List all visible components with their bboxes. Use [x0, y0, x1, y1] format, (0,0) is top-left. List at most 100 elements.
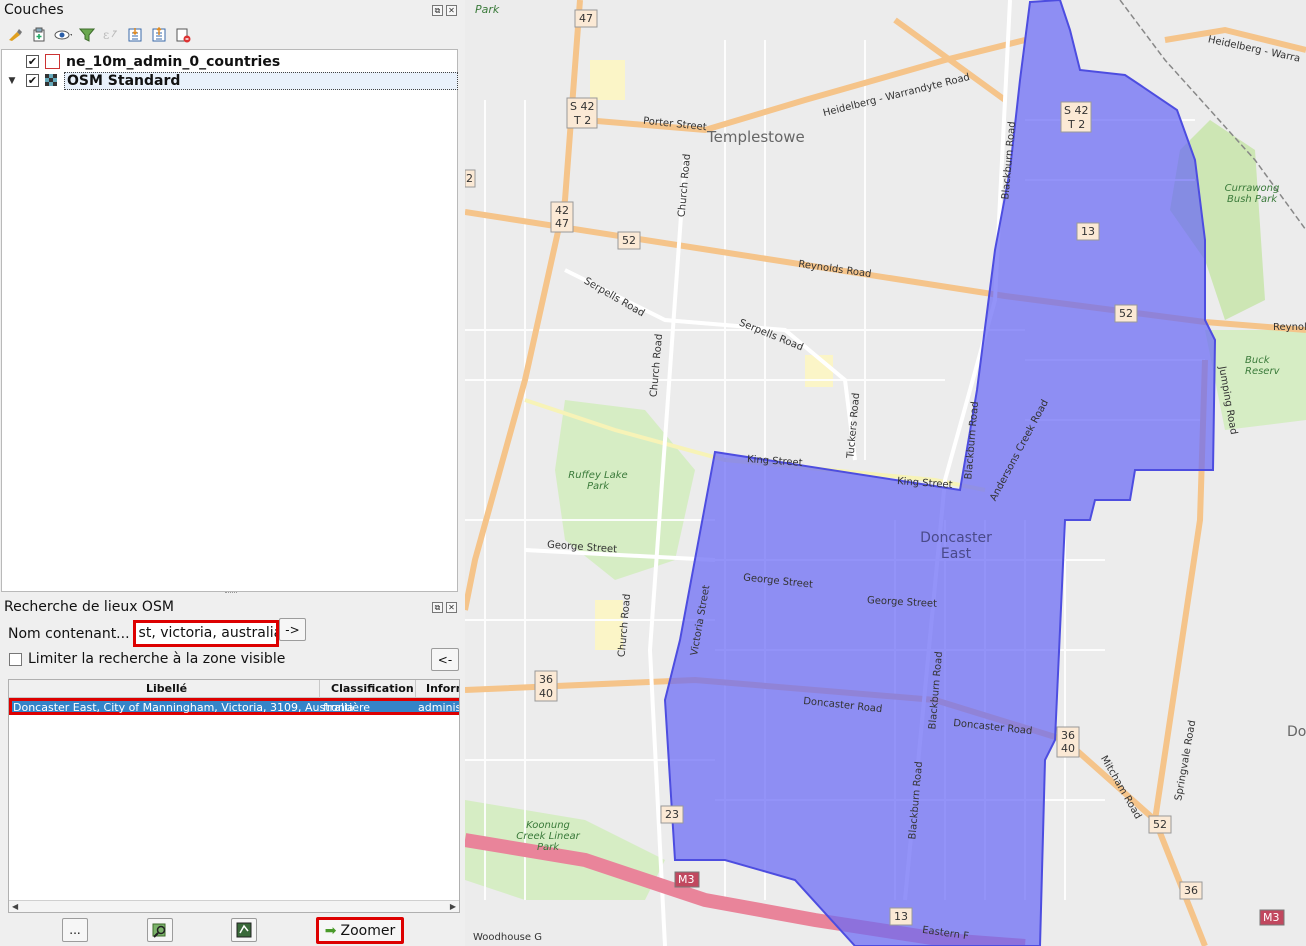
map-canvas[interactable]: 47 S 42 T 2 42 47 52 13 52 36 40 36 40 5…: [465, 0, 1306, 946]
limit-visible-row[interactable]: Limiter la recherche à la zone visible: [9, 651, 285, 667]
map-road-label: Heidelberg - Warrandyte Road: [821, 71, 972, 120]
style-manager-icon[interactable]: [6, 26, 24, 44]
map-road-label: Porter Street: [642, 115, 708, 134]
shield-label: 52: [1153, 818, 1167, 831]
map-road-label: Serpells Road: [581, 275, 647, 320]
zoom-button-label: Zoomer: [340, 922, 396, 939]
layer-tree[interactable]: ✔ ne_10m_admin_0_countries ▼ ✔ OSM Stand…: [1, 49, 458, 592]
layer-row-osm-standard[interactable]: ▼ ✔ OSM Standard: [2, 71, 458, 90]
shield-label: 23: [665, 808, 679, 821]
close-panel-icon[interactable]: ✕: [446, 602, 457, 613]
raster-layer-icon: [45, 74, 58, 87]
map-road-label: Eastern F: [921, 924, 970, 943]
scroll-left-icon[interactable]: ◀: [12, 902, 18, 911]
result-info: administ: [418, 701, 459, 714]
map-road-label: Doncaster Road: [802, 695, 883, 716]
map-place-label: Do: [1287, 724, 1306, 740]
float-panel-icon[interactable]: ⧉: [432, 5, 443, 16]
layer-expander[interactable]: ▼: [6, 76, 18, 86]
more-button[interactable]: ...: [62, 918, 88, 942]
shield-label: 36: [539, 673, 553, 686]
shield-label: 42: [555, 204, 569, 217]
arrow-right-icon: ➡: [324, 922, 337, 939]
map-labels: 47 S 42 T 2 42 47 52 13 52 36 40 36 40 5…: [465, 0, 1306, 946]
map-road-label: Reynolds Road: [797, 258, 873, 281]
show-geometry-button[interactable]: [231, 918, 257, 942]
osm-results-table[interactable]: Libellé Classification Inform Doncaster …: [8, 679, 460, 913]
limit-visible-label: Limiter la recherche à la zone visible: [28, 651, 286, 667]
map-road-label: Church Road: [676, 153, 694, 218]
polygon-layer-icon: [45, 54, 60, 69]
shield-label: S 42: [1064, 104, 1089, 117]
map-place-label: Doncaster East: [920, 530, 992, 562]
shield-label: M3: [678, 873, 695, 886]
map-road-label: Blackburn Road: [1000, 121, 1019, 200]
visibility-icon[interactable]: [54, 26, 72, 44]
filter-legend-icon[interactable]: [78, 26, 96, 44]
shield-label: 47: [579, 12, 593, 25]
map-road-label: Church Road: [616, 593, 634, 658]
zoom-to-feature-button[interactable]: [147, 918, 173, 942]
add-group-icon[interactable]: [30, 26, 48, 44]
map-road-label: George Street: [546, 539, 618, 556]
result-row[interactable]: Doncaster East, City of Manningham, Vict…: [9, 698, 459, 715]
map-road-label: Doncaster Road: [952, 717, 1033, 738]
close-panel-icon[interactable]: ✕: [446, 5, 457, 16]
column-header-info[interactable]: Inform: [426, 682, 459, 695]
map-road-label: Blackburn Road: [927, 651, 946, 730]
map-place-label: Park: [475, 3, 500, 16]
map-place-label: Templestowe: [707, 128, 805, 146]
shield-label: S 42: [570, 100, 595, 113]
column-header-label[interactable]: Libellé: [146, 682, 187, 695]
layers-toolbar: ε: [6, 26, 192, 44]
map-road-label: King Street: [746, 454, 803, 469]
shield-label: M3: [1263, 911, 1280, 924]
collapse-all-icon[interactable]: [150, 26, 168, 44]
shield-label: T 2: [574, 114, 592, 127]
float-panel-icon[interactable]: ⧉: [432, 602, 443, 613]
map-road-label: Church Road: [648, 333, 666, 398]
panel-splitter[interactable]: [225, 592, 237, 596]
map-place-label: Koonung Creek Linear Park: [516, 820, 580, 853]
scroll-right-icon[interactable]: ▶: [450, 902, 456, 911]
map-place-label: Buck Reserv: [1245, 355, 1280, 377]
osm-panel-title: Recherche de lieux OSM: [4, 599, 174, 615]
map-road-label: Victoria Street: [689, 584, 713, 657]
map-place-label: Ruffey Lake Park: [568, 470, 628, 492]
layer-row-countries[interactable]: ✔ ne_10m_admin_0_countries: [2, 52, 280, 71]
map-road-label: Tuckers Road: [845, 392, 863, 459]
column-divider: [415, 680, 416, 698]
limit-visible-checkbox[interactable]: [9, 652, 22, 666]
filter-expression-icon: ε: [102, 26, 120, 44]
map-geometry-icon: [236, 922, 252, 938]
name-contains-label: Nom contenant...: [8, 625, 130, 642]
map-road-label: Mitcham Road: [1098, 753, 1144, 822]
layer-name: OSM Standard: [64, 71, 458, 90]
map-road-label: Jumping Road: [1216, 365, 1239, 436]
layer-visibility-checkbox[interactable]: ✔: [26, 55, 39, 68]
map-zoom-icon: [152, 923, 166, 938]
expand-all-icon[interactable]: [126, 26, 144, 44]
zoom-button[interactable]: ➡ Zoomer: [316, 917, 404, 944]
osm-search-row: Nom contenant... st, victoria, australia: [8, 620, 279, 647]
shield-label: 36: [1184, 884, 1198, 897]
osm-search-input[interactable]: st, victoria, australia: [132, 620, 279, 647]
shield-label: 2: [466, 172, 473, 185]
search-go-button[interactable]: ->: [279, 618, 306, 641]
map-road-label: Blackburn Road: [963, 401, 982, 480]
shield-label: 40: [1061, 742, 1075, 755]
shield-label: 52: [622, 234, 636, 247]
map-road-label: Blackburn Road: [907, 761, 926, 840]
layer-visibility-checkbox[interactable]: ✔: [26, 74, 39, 87]
horizontal-scrollbar[interactable]: ◀ ▶: [9, 900, 459, 912]
map-road-label: George Street: [742, 572, 814, 591]
map-road-label: Woodhouse G: [473, 932, 542, 943]
column-header-classification[interactable]: Classification: [331, 682, 414, 695]
map-place-label: Currawong Bush Park: [1224, 183, 1280, 205]
shield-label: 40: [539, 687, 553, 700]
layer-name: ne_10m_admin_0_countries: [66, 53, 281, 70]
back-button[interactable]: <-: [431, 648, 459, 671]
remove-layer-icon[interactable]: [174, 26, 192, 44]
shield-label: 47: [555, 217, 569, 230]
shield-label: 52: [1119, 307, 1133, 320]
